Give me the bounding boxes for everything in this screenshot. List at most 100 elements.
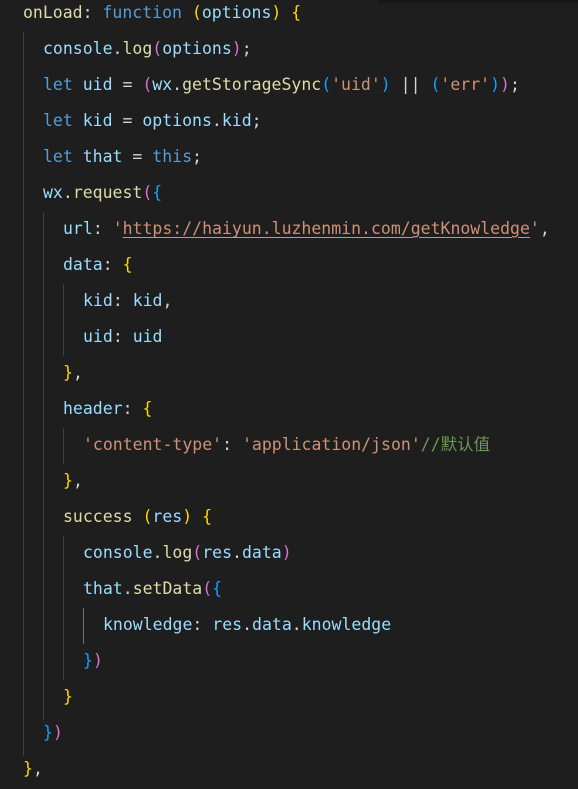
token: console bbox=[43, 39, 113, 58]
token: . bbox=[232, 543, 242, 562]
paren: ( bbox=[192, 543, 203, 562]
brace: { bbox=[202, 507, 213, 526]
token: log bbox=[162, 543, 193, 562]
token: console bbox=[83, 543, 153, 562]
paren: ) bbox=[271, 3, 282, 22]
scroll-shadow bbox=[378, 0, 578, 6]
token: = bbox=[122, 111, 143, 130]
code-line-3: let uid = (wx.getStorageSync('uid') || (… bbox=[43, 67, 520, 103]
brace: } bbox=[83, 651, 93, 670]
token: . bbox=[62, 183, 73, 202]
keyword-let: let bbox=[43, 147, 73, 166]
code-line-6: wx.request({ bbox=[43, 175, 162, 211]
token: that bbox=[83, 579, 123, 598]
token: : bbox=[82, 3, 103, 22]
token: uid bbox=[83, 327, 113, 346]
indent-guide bbox=[43, 212, 44, 720]
string: 'uid' bbox=[331, 75, 381, 94]
brace: { bbox=[142, 399, 153, 418]
code-line-9: kid: kid, bbox=[83, 283, 172, 319]
token: || bbox=[390, 75, 431, 94]
token: wx bbox=[43, 183, 63, 202]
string: ' bbox=[112, 219, 123, 238]
brace: } bbox=[23, 759, 33, 778]
token: . bbox=[291, 615, 302, 634]
code-line-14: }, bbox=[63, 463, 83, 499]
token: : bbox=[112, 291, 133, 310]
code-line-4: let kid = options.kid; bbox=[43, 103, 262, 139]
code-line-12: header: { bbox=[63, 391, 152, 427]
token: uid bbox=[72, 75, 123, 94]
token: . bbox=[172, 75, 183, 94]
indent-guide bbox=[63, 284, 64, 356]
token: setData bbox=[132, 579, 203, 598]
token: url bbox=[63, 219, 93, 238]
indent-guide bbox=[63, 428, 64, 464]
paren: ) bbox=[500, 75, 510, 94]
brace: } bbox=[63, 363, 73, 382]
token: ; bbox=[241, 39, 252, 58]
token: ; bbox=[192, 147, 202, 166]
paren: ( bbox=[202, 579, 213, 598]
paren: ( bbox=[142, 183, 153, 202]
param: options bbox=[201, 3, 272, 22]
token: kid bbox=[72, 111, 123, 130]
code-line-18: knowledge: res.data.knowledge bbox=[103, 607, 391, 643]
code-line-1: onLoad: function (options) { bbox=[23, 0, 301, 31]
method-name: success bbox=[63, 507, 133, 526]
code-line-8: data: { bbox=[63, 247, 133, 283]
token: . bbox=[211, 111, 222, 130]
token: . bbox=[152, 543, 163, 562]
code-line-7: url: 'https://haiyun.luzhenmin.com/getKn… bbox=[63, 211, 550, 247]
token: wx bbox=[152, 75, 173, 94]
indent-guide bbox=[63, 536, 64, 680]
brace: { bbox=[152, 183, 163, 202]
paren: ) bbox=[231, 39, 242, 58]
paren: ( bbox=[152, 39, 163, 58]
token: knowledge bbox=[301, 615, 392, 634]
string: 'err' bbox=[440, 75, 491, 94]
token: data bbox=[252, 615, 292, 634]
token: , bbox=[72, 471, 83, 490]
paren: ) bbox=[490, 75, 501, 94]
token: data bbox=[241, 543, 282, 562]
keyword-function: function bbox=[102, 3, 182, 22]
token: . bbox=[122, 579, 133, 598]
token: kid bbox=[83, 291, 113, 310]
paren: ) bbox=[92, 651, 103, 670]
token: . bbox=[242, 615, 253, 634]
paren: ( bbox=[142, 75, 153, 94]
brace: { bbox=[122, 255, 133, 274]
keyword-this: this bbox=[152, 147, 193, 166]
comment: //默认值 bbox=[420, 435, 491, 454]
paren: ) bbox=[281, 543, 292, 562]
token: log bbox=[122, 39, 153, 58]
indent-guide-active bbox=[83, 608, 84, 644]
keyword-let: let bbox=[43, 111, 73, 130]
paren: ) bbox=[182, 507, 193, 526]
token: options bbox=[162, 39, 232, 58]
param: res bbox=[152, 507, 183, 526]
token: , bbox=[32, 759, 43, 778]
token: header bbox=[63, 399, 123, 418]
token: , bbox=[539, 219, 550, 238]
token: = bbox=[122, 75, 143, 94]
token: getStorageSync bbox=[182, 75, 322, 94]
string: ' bbox=[529, 219, 540, 238]
code-line-19: }) bbox=[83, 643, 103, 679]
code-editor[interactable]: onLoad: function (options) { console.log… bbox=[0, 0, 578, 789]
token: res bbox=[212, 615, 243, 634]
code-line-21: }) bbox=[43, 715, 63, 751]
code-line-5: let that = this; bbox=[43, 139, 202, 175]
brace: { bbox=[212, 579, 223, 598]
paren: ( bbox=[191, 3, 202, 22]
url-link[interactable]: https://haiyun.luzhenmin.com/getKnowledg… bbox=[123, 219, 530, 238]
code-line-10: uid: uid bbox=[83, 319, 163, 355]
token: , bbox=[72, 363, 83, 382]
token: : bbox=[122, 399, 143, 418]
string: 'application/json' bbox=[241, 435, 421, 454]
brace: { bbox=[291, 3, 302, 22]
token: kid bbox=[221, 111, 252, 130]
